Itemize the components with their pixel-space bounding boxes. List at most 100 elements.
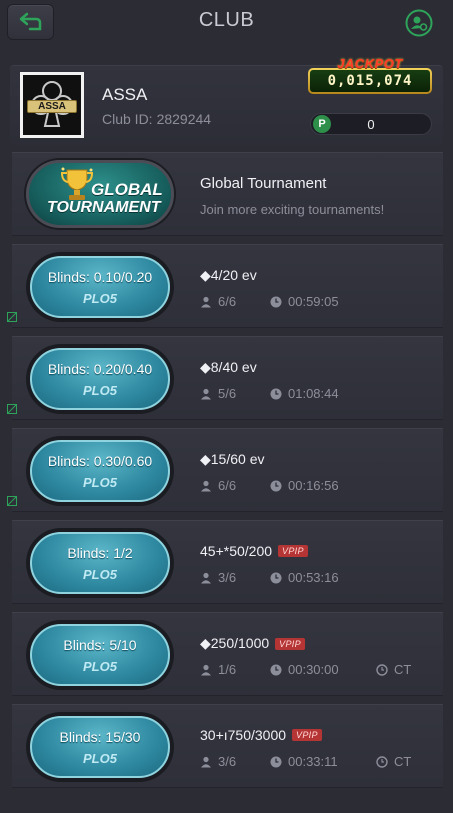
- clock-icon: [270, 480, 282, 491]
- fold-icon: [7, 404, 17, 414]
- page-title: CLUB: [198, 9, 255, 31]
- stake-label: 45+*50/200: [200, 543, 273, 559]
- global-tournament-badge-line1: GLOBAL: [91, 180, 163, 199]
- timer-value: 00:59:05: [288, 294, 339, 309]
- join-table-button[interactable]: Blinds: 0.20/0.40 PLO5: [26, 344, 174, 414]
- timer-value: 01:08:44: [288, 386, 339, 401]
- header: CLUB: [0, 0, 453, 48]
- players-count: 3/6: [200, 754, 236, 769]
- players-value: 5/6: [218, 386, 237, 401]
- club-name: ASSA: [102, 85, 148, 104]
- join-table-button[interactable]: Blinds: 0.10/0.20 PLO5: [26, 252, 174, 322]
- players-icon: [201, 296, 211, 307]
- points-balance[interactable]: P 0: [310, 113, 432, 135]
- timer-value: 00:33:11: [288, 754, 338, 769]
- club-logo: ASSA: [20, 72, 84, 138]
- vpip-badge: VPIP: [275, 637, 305, 650]
- fold-icon: [7, 312, 17, 322]
- countdown-timer-icon: [376, 755, 388, 768]
- global-tournament-badge-line2: TOURNAMENT: [47, 199, 161, 216]
- club-logo-text: ASSA: [27, 100, 77, 113]
- ct-label: CT: [394, 754, 412, 769]
- table-row[interactable]: Blinds: 15/30 PLO5 30+ı750/3000 VPIP 3/6 00:3…: [12, 704, 443, 788]
- players-value: 3/6: [218, 754, 237, 769]
- players-icon: [201, 388, 211, 399]
- table-row[interactable]: Blinds: 0.20/0.40 PLO5 ◆8/40 ev 5/6 01:08:44: [12, 336, 443, 420]
- timer-value: 00:16:56: [288, 478, 339, 493]
- table-marker: [7, 401, 17, 414]
- table-row[interactable]: Blinds: 1/2 PLO5 45+*50/200 VPIP 3/6 00:53:16: [12, 520, 443, 604]
- players-icon: [201, 480, 211, 491]
- ct-label: CT: [394, 662, 412, 677]
- club-id-value: 2829244: [156, 111, 212, 127]
- game-type-label: PLO5: [83, 382, 117, 398]
- clock-icon: [270, 572, 282, 583]
- timer-value: 00:30:00: [288, 662, 339, 677]
- countdown-timer-icon: [376, 663, 388, 676]
- table-timer: 00:33:11: [270, 754, 338, 769]
- clock-icon: [270, 756, 282, 767]
- global-tournament-badge: GLOBAL TOURNAMENT: [26, 160, 174, 228]
- join-table-button[interactable]: Blinds: 0.30/0.60 PLO5: [26, 436, 174, 506]
- stake-label: ◆15/60 ev: [200, 451, 265, 467]
- players-icon: [201, 572, 211, 583]
- blinds-label: Blinds: 0.10/0.20: [47, 268, 153, 285]
- table-timer: 00:16:56: [270, 478, 339, 493]
- stake-info: 45+*50/200 VPIP: [200, 543, 308, 559]
- players-count: 6/6: [200, 294, 236, 309]
- join-table-button[interactable]: Blinds: 1/2 PLO5: [26, 528, 174, 598]
- table-row[interactable]: Blinds: 0.10/0.20 PLO5 ◆4/20 ev 6/6 00:59:05: [12, 244, 443, 328]
- clock-icon: [270, 388, 282, 399]
- table-timer: 00:53:16: [270, 570, 339, 585]
- vpip-badge: VPIP: [278, 545, 308, 557]
- join-table-button[interactable]: Blinds: 15/30 PLO5: [26, 712, 174, 782]
- jackpot-value: 0,015,074: [310, 70, 430, 92]
- stake-info: 30+ı750/3000 VPIP: [200, 727, 322, 743]
- blinds-label: Blinds: 15/30: [59, 728, 141, 745]
- vpip-badge: VPIP: [292, 729, 322, 741]
- blinds-label: Blinds: 0.20/0.40: [47, 360, 153, 377]
- players-icon: [201, 756, 211, 767]
- game-type-label: PLO5: [83, 474, 117, 490]
- table-row[interactable]: Blinds: 0.30/0.60 PLO5 ◆15/60 ev 6/6 00:16:5…: [12, 428, 443, 512]
- join-table-button[interactable]: Blinds: 5/10 PLO5: [26, 620, 174, 690]
- table-timer: 00:30:00: [270, 662, 339, 677]
- club-info-card: ASSA ASSA Club ID: 2829244 0,015,074 JACK…: [10, 56, 443, 145]
- game-type-label: PLO5: [83, 566, 117, 582]
- jackpot-label: JACKPOT: [337, 56, 403, 71]
- table-marker: [7, 493, 17, 506]
- players-count: 5/6: [200, 386, 236, 401]
- table-marker: [7, 309, 17, 322]
- club-id-label: Club ID:: [102, 111, 153, 127]
- players-value: 3/6: [218, 570, 237, 585]
- clock-icon: [270, 664, 282, 675]
- game-type-label: PLO5: [83, 750, 117, 766]
- fold-icon: [7, 496, 17, 506]
- blinds-label: Blinds: 1/2: [67, 544, 133, 561]
- blinds-label: Blinds: 5/10: [63, 636, 137, 653]
- players-count: 6/6: [200, 478, 236, 493]
- club-id: Club ID: 2829244: [102, 111, 211, 127]
- table-timer: 00:59:05: [270, 294, 339, 309]
- players-count: 3/6: [200, 570, 236, 585]
- stake-info: ◆4/20 ev: [200, 267, 257, 284]
- players-value: 1/6: [218, 662, 237, 677]
- players-value: 6/6: [218, 294, 237, 309]
- table-timer: 01:08:44: [270, 386, 339, 401]
- stake-info: ◆250/1000 VPIP: [200, 635, 305, 652]
- global-tournament-title: Global Tournament: [200, 175, 327, 192]
- jackpot-display: 0,015,074 JACKPOT: [308, 56, 432, 102]
- global-tournament-row[interactable]: GLOBAL TOURNAMENT Global Tournament Join…: [12, 152, 443, 236]
- clock-icon: [270, 296, 282, 307]
- table-row[interactable]: Blinds: 5/10 PLO5 ◆250/1000 VPIP 1/6 00:30:00…: [12, 612, 443, 696]
- global-tournament-subtitle: Join more exciting tournaments!: [200, 202, 385, 217]
- blinds-label: Blinds: 0.30/0.60: [47, 452, 153, 469]
- stake-label: 30+ı750/3000: [200, 727, 287, 743]
- players-icon: [201, 664, 211, 675]
- points-value: 0: [367, 117, 375, 132]
- user-settings-button[interactable]: [405, 9, 433, 37]
- stake-label: ◆4/20 ev: [200, 267, 257, 283]
- ct-indicator: CT: [376, 754, 411, 769]
- stake-info: ◆8/40 ev: [200, 359, 257, 376]
- stake-label: ◆250/1000: [200, 635, 270, 651]
